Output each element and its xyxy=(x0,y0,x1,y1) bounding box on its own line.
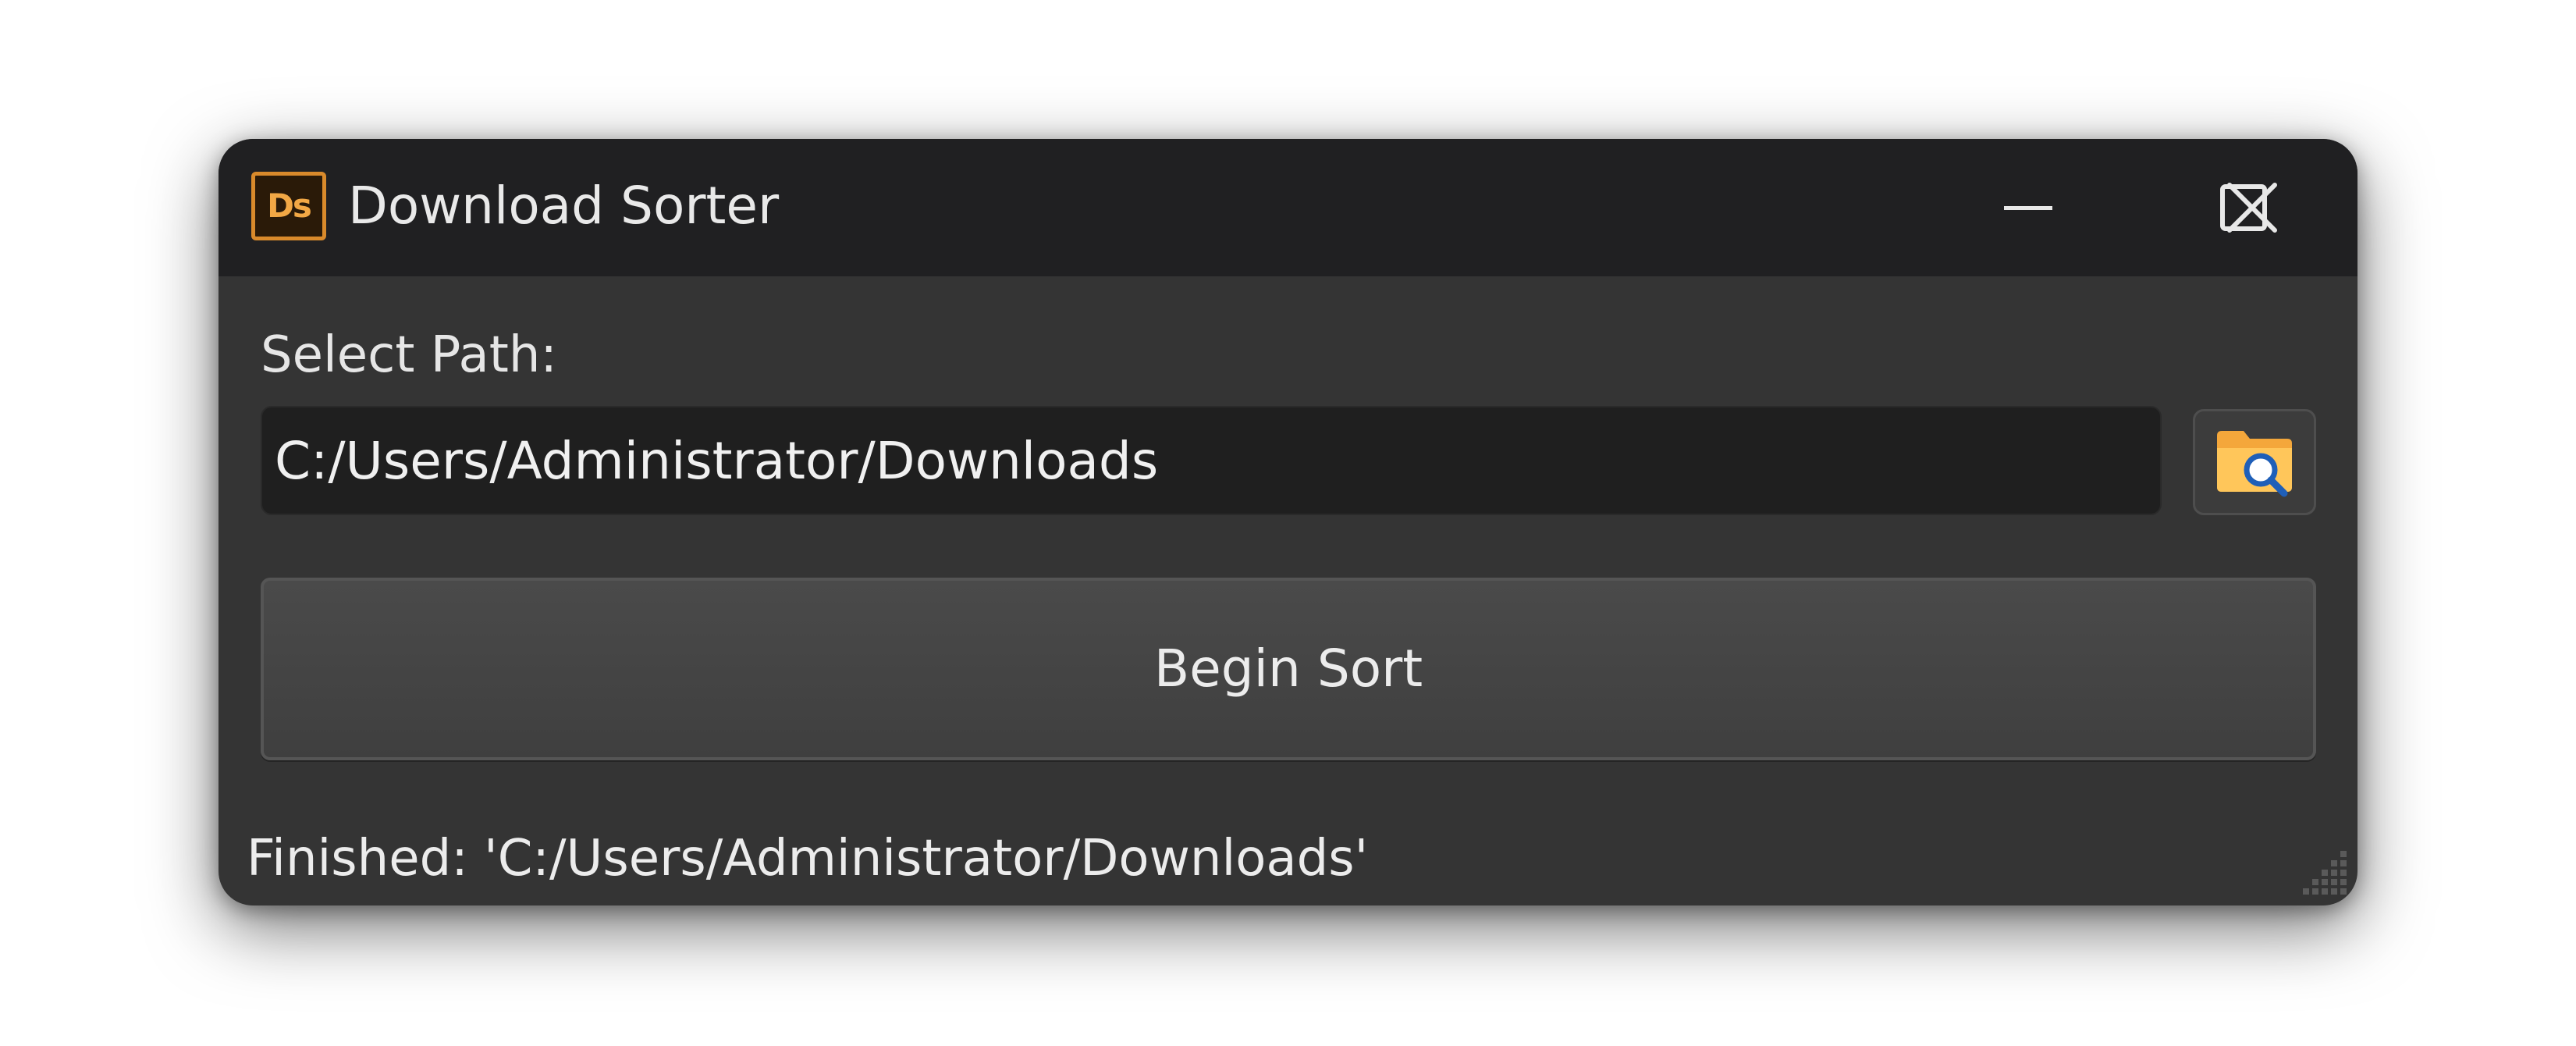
minimize-icon xyxy=(2004,206,2052,210)
screen-backdrop: Ds Download Sorter Select Path: C:/Users… xyxy=(0,0,2576,1046)
select-path-label: Select Path: xyxy=(261,326,557,384)
begin-sort-button[interactable]: Begin Sort xyxy=(261,578,2316,760)
app-window: Ds Download Sorter Select Path: C:/Users… xyxy=(219,139,2357,905)
window-title: Download Sorter xyxy=(348,176,780,236)
ds-app-icon: Ds xyxy=(251,172,326,240)
path-input[interactable] xyxy=(261,406,2162,515)
browse-folder-button[interactable] xyxy=(2193,409,2316,515)
close-icon xyxy=(2226,183,2277,233)
close-button[interactable] xyxy=(2146,139,2357,276)
title-bar[interactable]: Ds Download Sorter xyxy=(219,139,2357,276)
resize-grip-icon[interactable] xyxy=(2295,843,2350,898)
status-text: Finished: 'C:/Users/Administrator/Downlo… xyxy=(247,830,1369,888)
minimize-button[interactable] xyxy=(1923,139,2134,276)
folder-search-icon xyxy=(2217,431,2292,497)
